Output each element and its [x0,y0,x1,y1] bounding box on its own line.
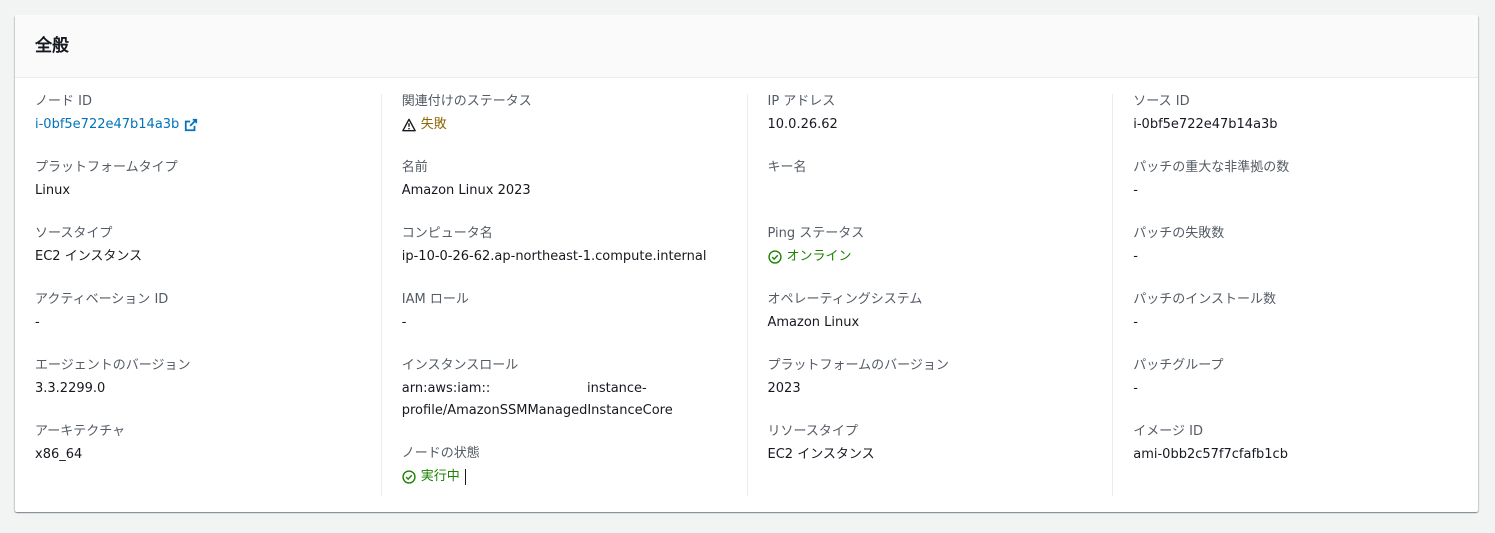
instance-role-arn-suffix: instance- [586,381,647,396]
field-label: ノードの状態 [401,446,480,461]
field-patch-critical-noncompliant: パッチの重大な非準拠の数 - [1133,160,1462,202]
field-value: 2023 [767,381,801,396]
field-label: コンピュータ名 [401,226,493,241]
field-value: 3.3.2299.0 [35,381,106,396]
field-label: ソース ID [1133,94,1190,109]
general-panel: 全般 ノード ID i-0bf5e722e47b14a3b プラットフォームタイ… [15,15,1478,512]
field-operating-system: オペレーティングシステム Amazon Linux [768,292,1097,334]
instance-role-value: arn:aws:iam:: instance- profile/AmazonSS… [402,378,731,422]
field-iam-role: IAM ロール - [402,292,731,334]
panel-header: 全般 [15,15,1478,78]
field-label: ノード ID [35,94,92,109]
field-ping-status: Ping ステータス オンライン [768,226,1097,272]
field-label: パッチの失敗数 [1133,226,1225,241]
field-label: プラットフォームのバージョン [767,358,949,373]
field-value: - [1133,315,1138,330]
field-label: パッチのインストール数 [1133,292,1276,307]
field-value: i-0bf5e722e47b14a3b [1133,117,1278,132]
field-association-status: 関連付けのステータス 失敗 [402,94,731,140]
field-value: - [35,315,40,330]
warning-icon [401,118,416,132]
field-architecture: アーキテクチャ x86_64 [35,424,365,466]
node-id-link[interactable]: i-0bf5e722e47b14a3b [35,114,198,136]
field-value: x86_64 [35,447,83,462]
field-label: オペレーティングシステム [767,292,923,307]
field-platform-type: プラットフォームタイプ Linux [35,160,365,202]
association-status: 失敗 [401,114,447,136]
node-state-status: 実行中 [402,466,466,488]
details-column-2: 関連付けのステータス 失敗 名前 Amazon Linux 2023 コンピュー… [380,94,747,496]
field-source-id: ソース ID i-0bf5e722e47b14a3b [1133,94,1462,136]
field-label: インスタンスロール [401,358,519,373]
field-label: アクティベーション ID [35,292,169,307]
field-label: IP アドレス [767,94,836,109]
field-value: ami-0bb2c57f7cfafb1cb [1133,447,1288,462]
field-label: パッチグループ [1133,358,1224,373]
ping-status: オンライン [767,246,852,268]
field-instance-role: インスタンスロール arn:aws:iam:: instance- profil… [402,358,731,422]
field-label: プラットフォームタイプ [35,160,178,175]
field-ip-address: IP アドレス 10.0.26.62 [768,94,1097,136]
field-name: 名前 Amazon Linux 2023 [402,160,731,202]
field-value: - [1133,381,1138,396]
field-value: - [1133,249,1138,264]
field-label: Ping ステータス [767,226,865,241]
field-label: リソースタイプ [767,424,858,439]
details-grid: ノード ID i-0bf5e722e47b14a3b プラットフォームタイプ L… [15,94,1478,496]
status-ok-icon [402,470,416,484]
field-label: イメージ ID [1133,424,1203,439]
field-label: エージェントのバージョン [35,358,191,373]
field-label: アーキテクチャ [35,424,126,439]
text-cursor [464,469,466,485]
field-label: 名前 [401,160,428,175]
node-id-value: i-0bf5e722e47b14a3b [35,117,180,132]
field-label: パッチの重大な非準拠の数 [1133,160,1290,175]
ping-status-text: オンライン [786,249,852,264]
field-label: IAM ロール [401,292,469,307]
field-value: - [401,315,407,330]
field-patch-installed: パッチのインストール数 - [1133,292,1462,334]
field-value: - [1133,183,1138,198]
field-value: Linux [35,183,71,198]
instance-role-arn-prefix: arn:aws:iam:: [401,381,491,396]
external-link-icon [185,118,198,132]
details-column-3: IP アドレス 10.0.26.62 キー名 Ping ステータス オンライン [746,94,1113,496]
field-key-name: キー名 [768,160,1097,180]
association-status-text: 失敗 [420,117,447,132]
field-value: EC2 インスタンス [767,447,875,462]
field-label: ソースタイプ [35,226,113,241]
field-label: 関連付けのステータス [401,94,532,109]
field-value: Amazon Linux [767,315,860,330]
field-patch-failed: パッチの失敗数 - [1133,226,1462,268]
field-image-id: イメージ ID ami-0bb2c57f7cfafb1cb [1133,424,1462,466]
details-column-4: ソース ID i-0bf5e722e47b14a3b パッチの重大な非準拠の数 … [1112,94,1478,496]
panel-title: 全般 [35,35,69,56]
field-label: キー名 [767,160,807,175]
field-node-state: ノードの状態 実行中 [402,446,731,492]
field-value: EC2 インスタンス [35,249,143,264]
field-source-type: ソースタイプ EC2 インスタンス [35,226,365,268]
field-activation-id: アクティベーション ID - [35,292,365,334]
field-value: 10.0.26.62 [767,117,838,132]
instance-role-profile: profile/AmazonSSMManagedInstanceCore [401,403,673,418]
field-computer-name: コンピュータ名 ip-10-0-26-62.ap-northeast-1.com… [402,226,731,268]
field-resource-type: リソースタイプ EC2 インスタンス [768,424,1097,466]
field-patch-group: パッチグループ - [1133,358,1462,400]
status-ok-icon [767,250,782,264]
field-platform-version: プラットフォームのバージョン 2023 [768,358,1097,400]
field-agent-version: エージェントのバージョン 3.3.2299.0 [35,358,365,400]
field-value: Amazon Linux 2023 [401,183,531,198]
field-value: ip-10-0-26-62.ap-northeast-1.compute.int… [401,249,707,264]
details-column-1: ノード ID i-0bf5e722e47b14a3b プラットフォームタイプ L… [15,94,381,496]
field-node-id: ノード ID i-0bf5e722e47b14a3b [35,94,365,136]
node-state-text: 実行中 [420,469,460,484]
